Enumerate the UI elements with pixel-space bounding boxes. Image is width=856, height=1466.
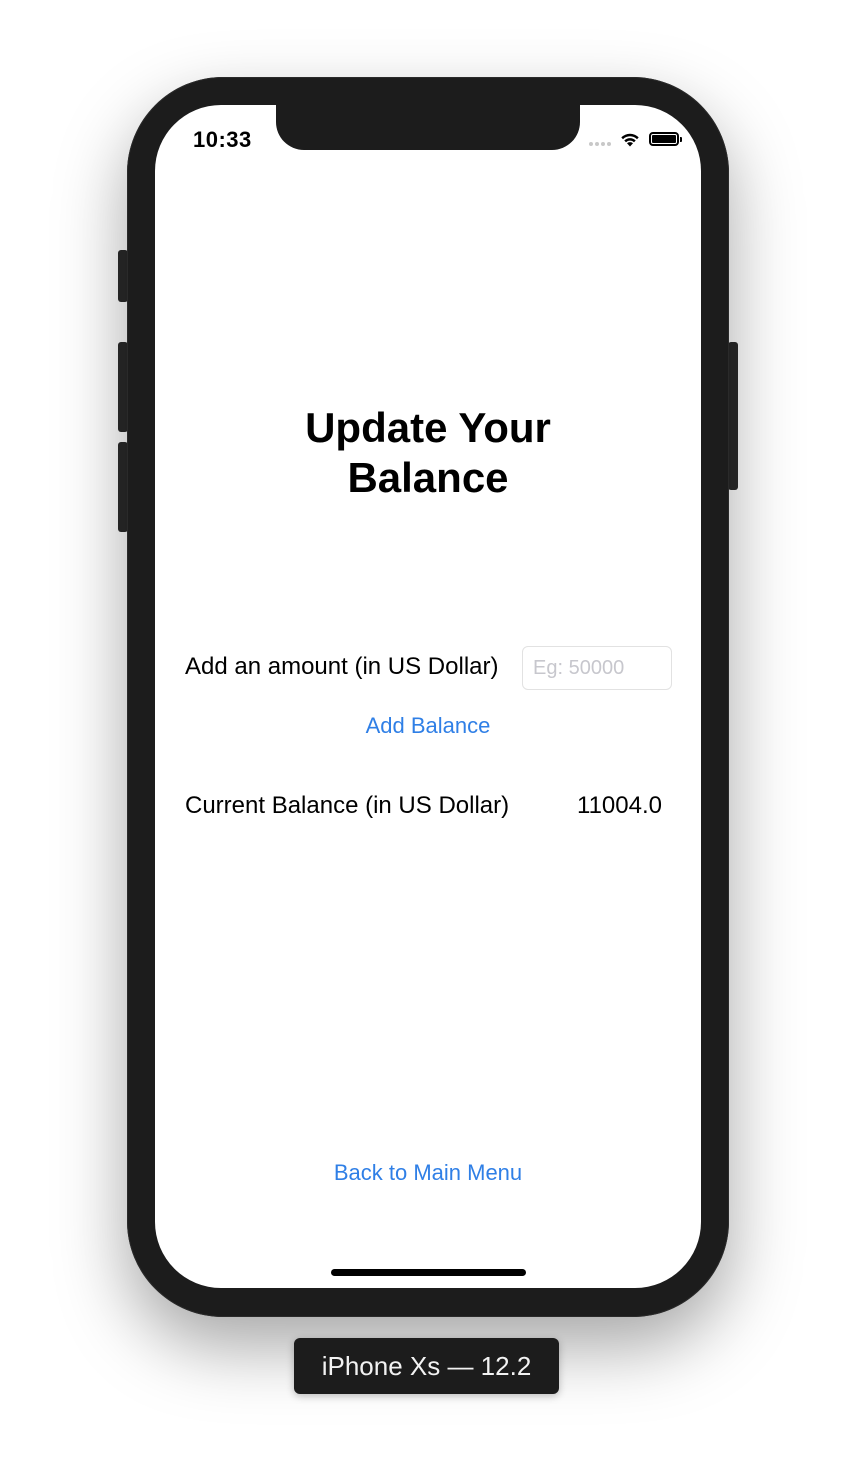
page-title: Update Your Balance	[155, 403, 701, 503]
current-balance-label: Current Balance (in US Dollar)	[185, 792, 510, 819]
simulator-stage: 10:33 Update Your Balance Add an amount …	[0, 0, 856, 1466]
page-title-line-1: Update Your	[305, 404, 551, 451]
status-time: 10:33	[193, 127, 252, 152]
status-icons	[589, 129, 682, 149]
power-button	[728, 342, 738, 490]
current-balance-value: 11004.0	[577, 792, 662, 819]
device-screen: 10:33 Update Your Balance Add an amount …	[155, 105, 701, 1288]
amount-label: Add an amount (in US Dollar)	[185, 653, 499, 680]
device-label: iPhone Xs — 12.2	[294, 1338, 559, 1394]
wifi-icon	[619, 131, 641, 147]
home-indicator[interactable]	[331, 1269, 526, 1276]
notch	[276, 105, 580, 150]
add-balance-button[interactable]: Add Balance	[155, 713, 701, 739]
signal-icon	[589, 132, 611, 146]
page-title-line-2: Balance	[347, 454, 509, 501]
amount-input[interactable]	[522, 646, 672, 690]
back-to-main-menu-button[interactable]: Back to Main Menu	[155, 1160, 701, 1186]
battery-icon	[649, 132, 682, 146]
